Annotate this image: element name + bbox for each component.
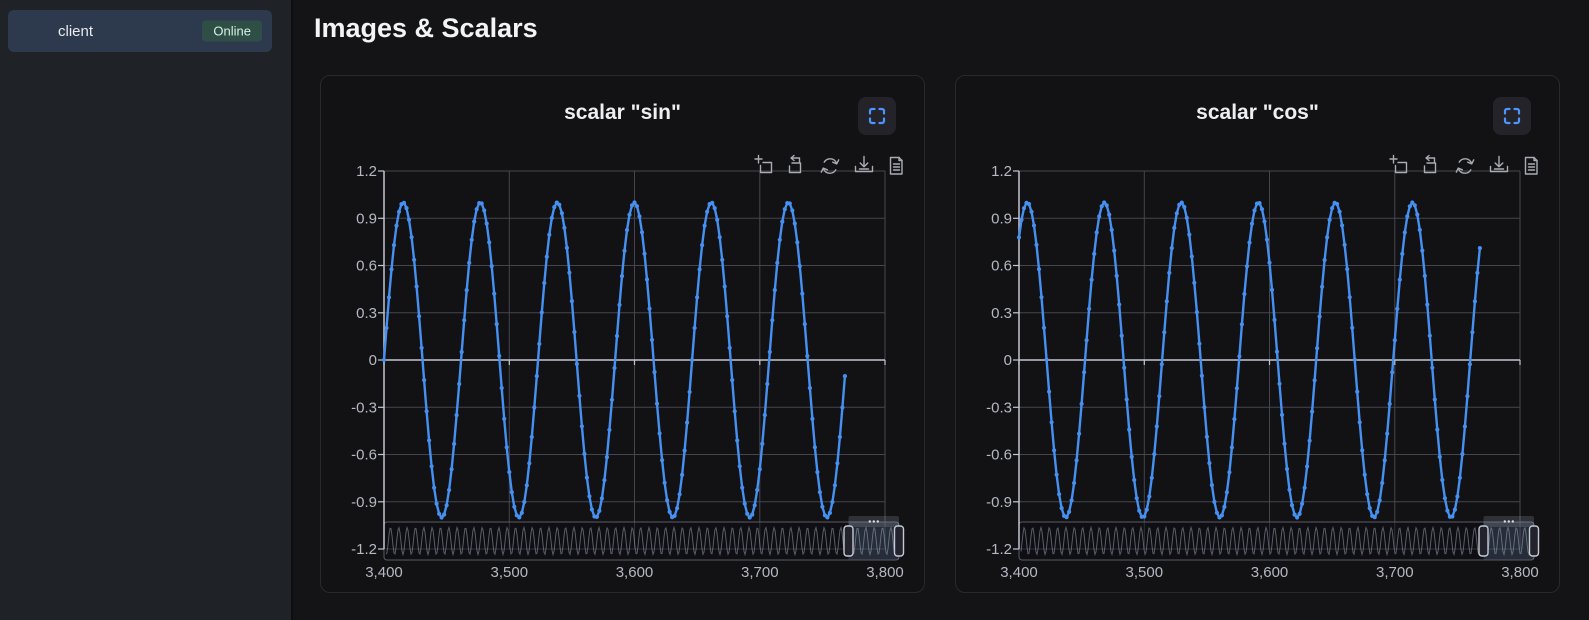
move-handle-dots [1508,520,1510,522]
chart-canvas-sin[interactable]: 1.2 0.9 0.6 0.3 0 -0.3 -0.6 -0.9 -1.2 3,400 3,500 3… [321,76,926,594]
y-tick-label: -0.9 [986,494,1012,511]
x-tick-label: 3,700 [1376,564,1414,581]
expand-button[interactable] [1493,97,1531,135]
y-tick-label: 0.6 [356,258,377,275]
y-tick-label: -1.2 [351,541,377,558]
status-badge: Online [202,21,262,42]
y-tick-label: 0.3 [991,305,1012,322]
zoom-reset-icon[interactable] [790,156,801,173]
client-label: client [58,23,93,40]
zoom-reset-icon[interactable] [1425,156,1436,173]
datazoom-handle-right[interactable] [895,526,904,556]
move-handle-dots [873,520,875,522]
datazoom-handle-left[interactable] [1479,526,1488,556]
y-tick-label: -1.2 [986,541,1012,558]
y-tick-label: 0.9 [356,210,377,227]
expand-button[interactable] [858,97,896,135]
move-handle-dots [869,520,871,522]
x-tick-label: 3,600 [616,564,654,581]
datazoom-window[interactable] [849,523,900,560]
x-tick-label: 3,600 [1251,564,1289,581]
data-view-icon[interactable] [891,158,903,175]
y-tick-label: 0.6 [991,258,1012,275]
x-tick-label: 3,800 [866,564,904,581]
fullscreen-icon [866,105,888,127]
move-handle-dots [1512,520,1514,522]
y-tick-label: 1.2 [991,163,1012,180]
move-handle-dots [1504,520,1506,522]
y-tick-label: 1.2 [356,163,377,180]
x-tick-label: 3,800 [1501,564,1539,581]
chart-card-sin: 1.2 0.9 0.6 0.3 0 -0.3 -0.6 -0.9 -1.2 3,400 3,500 3… [320,75,925,593]
x-tick-label: 3,400 [365,564,403,581]
datazoom-handle-right[interactable] [1530,526,1539,556]
save-image-icon[interactable] [1491,157,1508,172]
fullscreen-icon [1501,105,1523,127]
x-tick-label: 3,500 [491,564,529,581]
data-view-icon[interactable] [1526,158,1538,175]
x-tick-label: 3,500 [1126,564,1164,581]
y-tick-label: -0.3 [986,399,1012,416]
box-zoom-icon[interactable] [1390,156,1407,173]
y-tick-label: -0.6 [986,447,1012,464]
datazoom-handle-left[interactable] [844,526,853,556]
y-tick-label: 0.9 [991,210,1012,227]
y-tick-label: -0.9 [351,494,377,511]
y-tick-label: 0.3 [356,305,377,322]
sidebar: client Online [0,0,293,620]
chart-card-cos: 1.2 0.9 0.6 0.3 0 -0.3 -0.6 -0.9 -1.2 3,400 3,500 3… [955,75,1560,593]
y-tick-label: -0.6 [351,447,377,464]
datazoom-window[interactable] [1484,523,1535,560]
chart-canvas-cos[interactable]: 1.2 0.9 0.6 0.3 0 -0.3 -0.6 -0.9 -1.2 3,400 3,500 3… [956,76,1561,594]
x-tick-label: 3,400 [1000,564,1038,581]
sidebar-item-client[interactable]: client Online [8,10,272,52]
box-zoom-icon[interactable] [755,156,772,173]
y-tick-label: -0.3 [351,399,377,416]
move-handle-dots [877,520,879,522]
x-tick-label: 3,700 [741,564,779,581]
page-title: Images & Scalars [314,13,538,44]
save-image-icon[interactable] [856,157,873,172]
y-tick-label: 0 [1004,352,1012,369]
y-tick-label: 0 [369,352,377,369]
